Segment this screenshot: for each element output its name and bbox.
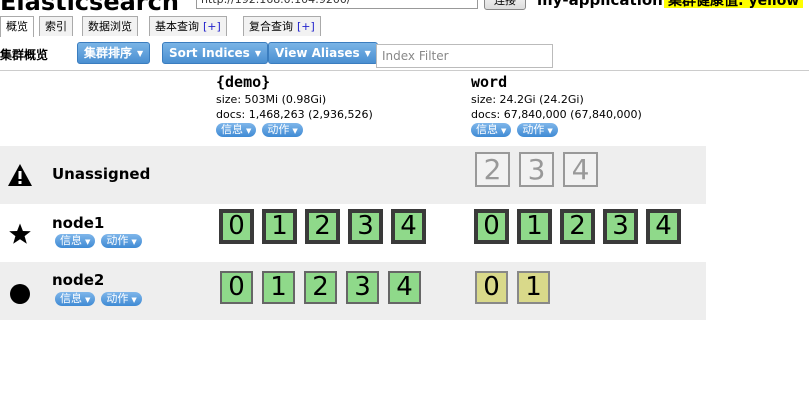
app-header: Elasticsearch 连接 my-application 集群健康值: y…	[0, 0, 809, 14]
caret-down-icon: ▼	[131, 238, 137, 246]
shard-unassigned[interactable]: 2	[475, 152, 510, 187]
shard-primary[interactable]: 1	[262, 209, 297, 244]
index-header-word: word size: 24.2Gi (24.2Gi) docs: 67,840,…	[471, 72, 642, 138]
row-label: Unassigned	[52, 165, 151, 183]
index-action-button[interactable]: 动作 ▼	[517, 123, 558, 137]
shard-replica[interactable]: 0	[220, 271, 253, 304]
caret-down-icon: ▼	[254, 48, 261, 58]
unassigned-row: Unassigned 234	[0, 146, 706, 204]
row-label: node1	[52, 214, 105, 232]
warning-icon	[6, 163, 34, 191]
caret-down-icon: ▼	[246, 127, 252, 135]
tab-add-link[interactable]: [+]	[203, 20, 221, 33]
caret-down-icon: ▼	[547, 127, 553, 135]
pill-label: 动作	[106, 292, 129, 305]
node-row-node1: node1 信息 ▼ 动作 ▼ 01234 01234	[0, 204, 706, 262]
tab-label: 概览	[6, 20, 28, 33]
shard-primary[interactable]: 3	[603, 209, 638, 244]
index-filter-input[interactable]	[376, 44, 553, 68]
tab-basic-query[interactable]: 基本查询 [+]	[149, 16, 227, 36]
shard-unassigned[interactable]: 4	[563, 152, 598, 187]
shard-replica[interactable]: 1	[262, 271, 295, 304]
pill-label: 信息	[60, 234, 82, 247]
caret-down-icon: ▼	[137, 48, 144, 58]
shard-primary[interactable]: 2	[560, 209, 595, 244]
index-docs: docs: 1,468,263 (2,936,526)	[216, 108, 373, 121]
shard-initializing[interactable]: 1	[517, 271, 550, 304]
node-row-node2: node2 信息 ▼ 动作 ▼ 01234 01	[0, 262, 706, 320]
shard-replica[interactable]: 3	[346, 271, 379, 304]
tab-compound-query[interactable]: 复合查询 [+]	[243, 16, 321, 36]
shard-primary[interactable]: 4	[646, 209, 681, 244]
tab-label: 复合查询	[249, 20, 293, 33]
tab-browser[interactable]: 数据浏览	[82, 16, 138, 36]
app-brand: Elasticsearch	[0, 0, 179, 14]
shard-primary[interactable]: 4	[391, 209, 426, 244]
circle-icon	[6, 283, 34, 309]
tab-indices[interactable]: 索引	[39, 16, 73, 36]
node-action-button[interactable]: 动作 ▼	[101, 234, 142, 248]
shard-replica[interactable]: 2	[304, 271, 337, 304]
index-name: {demo}	[216, 73, 271, 91]
button-label: View Aliases	[275, 46, 360, 60]
tab-add-link[interactable]: [+]	[297, 20, 315, 33]
connect-button[interactable]: 连接	[484, 0, 526, 10]
row-label: node2	[52, 271, 105, 289]
overview-toolbar: 集群概览 集群排序 ▼ Sort Indices ▼ View Aliases ▼	[0, 37, 809, 71]
page-title: 集群概览	[0, 48, 49, 62]
shard-initializing[interactable]: 0	[475, 271, 508, 304]
index-size: size: 24.2Gi (24.2Gi)	[471, 93, 584, 106]
cluster-health-badge: 集群健康值: yellow	[664, 0, 804, 9]
pill-label: 动作	[106, 234, 129, 247]
demo-shards: 01234	[219, 209, 434, 249]
tab-label: 数据浏览	[88, 20, 132, 33]
sort-indices-button[interactable]: Sort Indices ▼	[162, 42, 268, 64]
cluster-name: my-application	[537, 0, 663, 9]
node-info-button[interactable]: 信息 ▼	[55, 234, 96, 248]
word-shards: 01234	[474, 209, 689, 249]
pill-label: 信息	[476, 123, 498, 136]
button-label: 集群排序	[84, 46, 133, 60]
word-shards: 01	[475, 271, 559, 311]
caret-down-icon: ▼	[85, 238, 91, 246]
caret-down-icon: ▼	[501, 127, 507, 135]
caret-down-icon: ▼	[292, 127, 298, 135]
view-aliases-button[interactable]: View Aliases ▼	[268, 42, 378, 64]
node-action-button[interactable]: 动作 ▼	[101, 292, 142, 306]
shard-primary[interactable]: 0	[219, 209, 254, 244]
main-tabs: 概览 索引 数据浏览 基本查询 [+] 复合查询 [+]	[0, 14, 809, 38]
shard-primary[interactable]: 2	[305, 209, 340, 244]
sort-cluster-button[interactable]: 集群排序 ▼	[77, 42, 151, 64]
pill-label: 信息	[221, 123, 243, 136]
pill-label: 动作	[522, 123, 545, 136]
index-name: word	[471, 73, 508, 91]
index-info-button[interactable]: 信息 ▼	[471, 123, 512, 137]
index-action-button[interactable]: 动作 ▼	[262, 123, 303, 137]
caret-down-icon: ▼	[85, 296, 91, 304]
index-docs: docs: 67,840,000 (67,840,000)	[471, 108, 642, 121]
caret-down-icon: ▼	[131, 296, 137, 304]
cluster-url-input[interactable]	[196, 0, 478, 9]
button-label: Sort Indices	[169, 46, 250, 60]
shard-unassigned[interactable]: 3	[519, 152, 554, 187]
shard-primary[interactable]: 3	[348, 209, 383, 244]
pill-label: 动作	[267, 123, 290, 136]
word-shards: 234	[475, 152, 607, 192]
node-info-button[interactable]: 信息 ▼	[55, 292, 96, 306]
tab-label: 索引	[45, 20, 67, 33]
tab-label: 基本查询	[155, 20, 199, 33]
index-size: size: 503Mi (0.98Gi)	[216, 93, 327, 106]
star-icon	[6, 222, 34, 250]
tab-overview[interactable]: 概览	[0, 16, 34, 38]
shard-primary[interactable]: 0	[474, 209, 509, 244]
demo-shards: 01234	[220, 271, 430, 311]
shard-primary[interactable]: 1	[517, 209, 552, 244]
caret-down-icon: ▼	[364, 48, 371, 58]
index-header-demo: {demo} size: 503Mi (0.98Gi) docs: 1,468,…	[216, 72, 373, 138]
shard-replica[interactable]: 4	[388, 271, 421, 304]
index-info-button[interactable]: 信息 ▼	[216, 123, 257, 137]
pill-label: 信息	[60, 292, 82, 305]
